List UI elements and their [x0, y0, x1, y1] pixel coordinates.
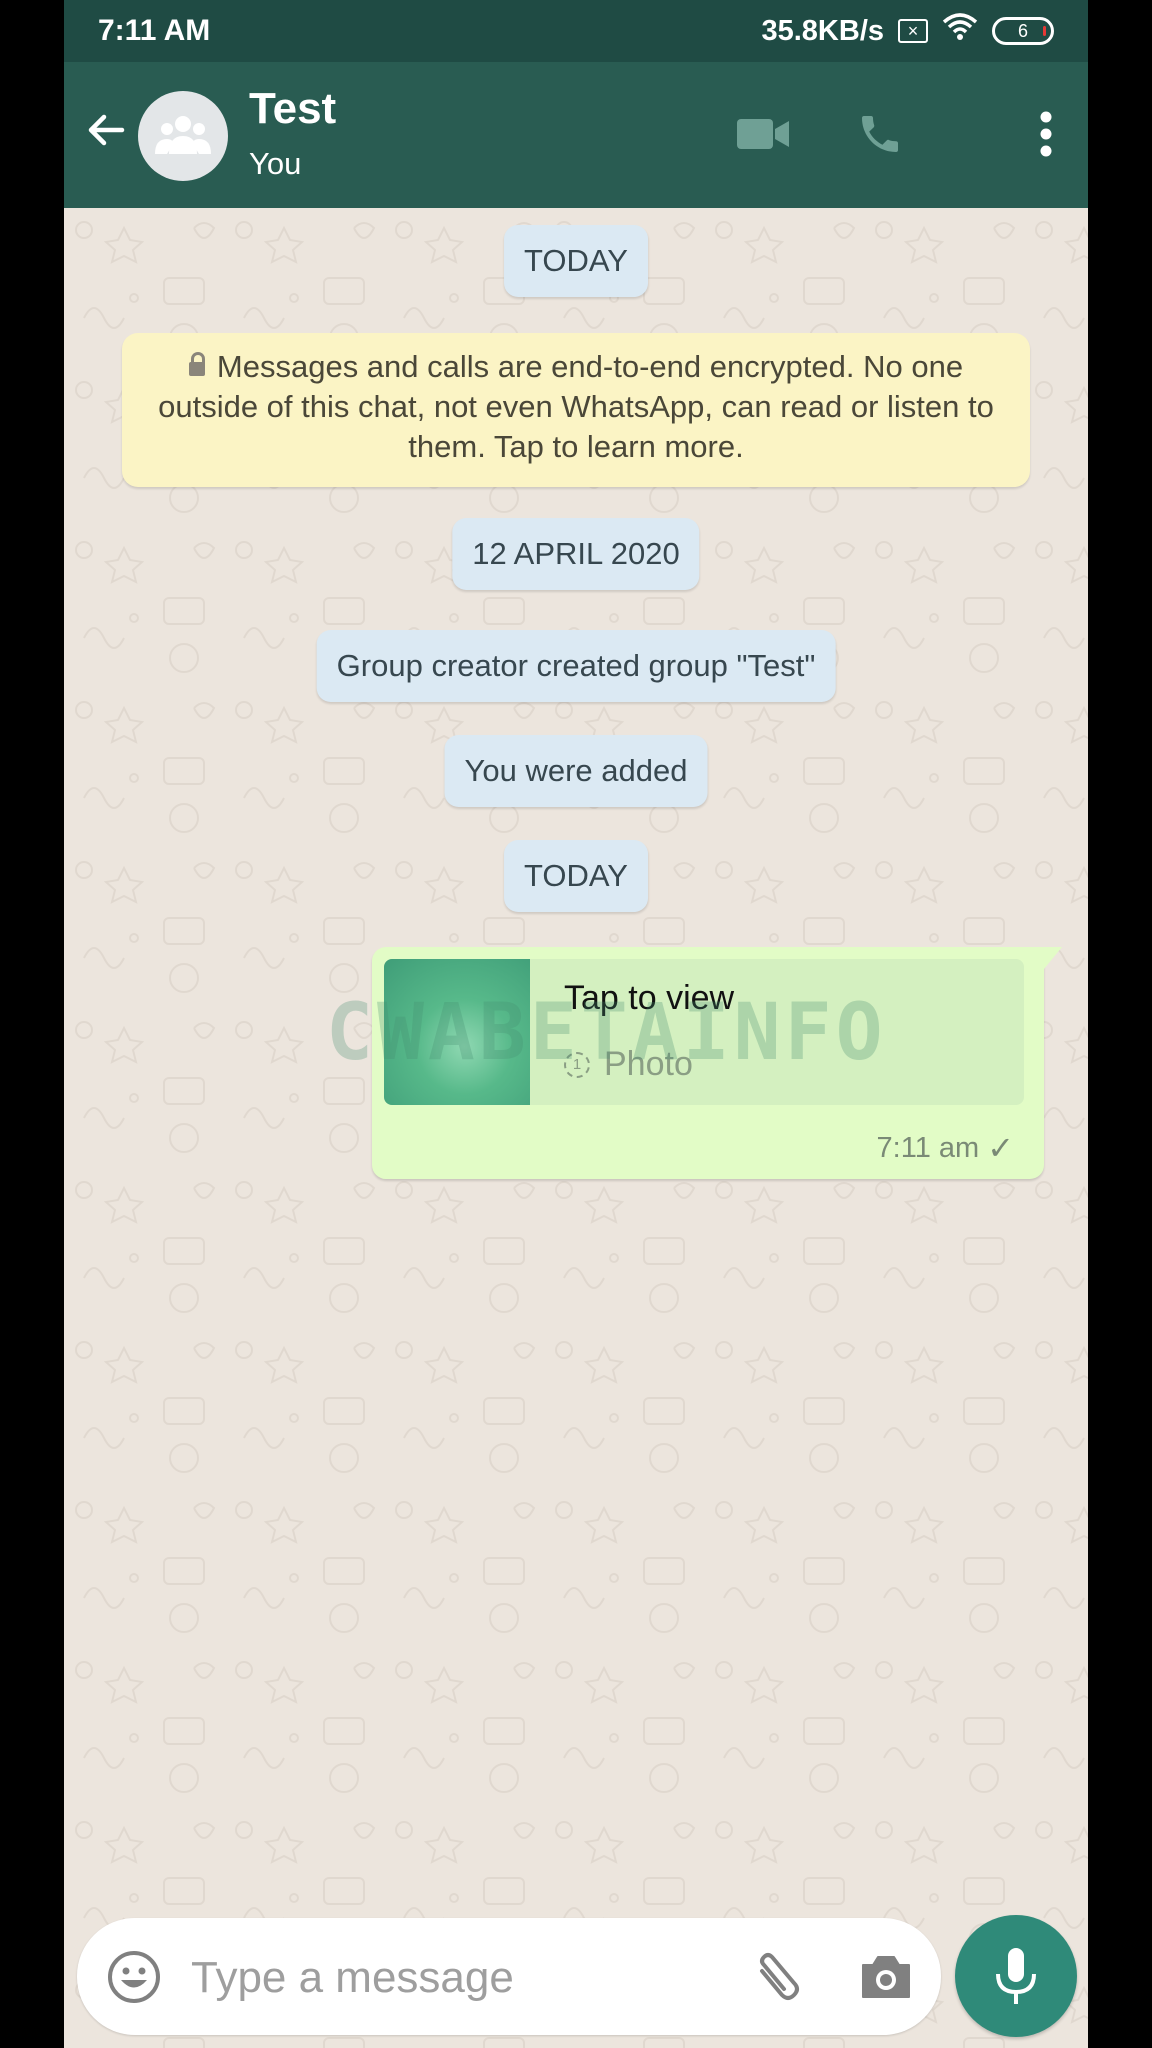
video-call-icon: [737, 119, 789, 149]
battery-level: 6: [1017, 20, 1028, 41]
group-icon: [155, 116, 211, 154]
message-input[interactable]: [189, 1942, 753, 2014]
status-right: 35.8KB/s × 6: [761, 12, 1054, 50]
network-speed: 35.8KB/s: [761, 14, 884, 47]
date-divider-today: TODAY: [504, 225, 648, 297]
voice-call-button[interactable]: [850, 104, 910, 164]
encryption-notice[interactable]: Messages and calls are end-to-end encryp…: [122, 333, 1030, 487]
voice-call-icon: [862, 116, 898, 152]
voice-message-button[interactable]: [955, 1915, 1077, 2037]
photo-thumbnail: [384, 959, 530, 1105]
view-once-photo[interactable]: Tap to view 1 Photo: [384, 959, 1024, 1105]
message-time: 7:11 am: [876, 1131, 980, 1164]
lock-icon: [188, 352, 205, 376]
wifi-icon: [942, 12, 978, 50]
sim-x-icon: ×: [898, 19, 928, 43]
system-message-added: You were added: [444, 735, 708, 807]
chat-area[interactable]: TODAY Messages and calls are end-to-end …: [64, 208, 1088, 2048]
view-once-icon: 1: [564, 1051, 590, 1078]
camera-icon: [862, 1956, 910, 1998]
phone-screen: 7:11 AM 35.8KB/s × 6 Test You TODAY Mess…: [64, 0, 1088, 2048]
camera-button[interactable]: [855, 1946, 917, 2008]
date-divider-today-2: TODAY: [504, 840, 648, 912]
microphone-icon: [996, 1948, 1036, 2004]
battery-icon: 6: [992, 17, 1054, 45]
encryption-notice-text: Messages and calls are end-to-end encryp…: [158, 349, 994, 464]
system-message-created: Group creator created group "Test": [316, 630, 836, 702]
attach-button[interactable]: [745, 1946, 807, 2008]
chat-subtitle[interactable]: You: [249, 146, 301, 182]
group-avatar[interactable]: [138, 91, 228, 181]
photo-label: Photo: [604, 1045, 693, 1083]
video-call-button[interactable]: [734, 104, 794, 164]
chat-title[interactable]: Test: [249, 84, 336, 134]
more-options-button[interactable]: [1028, 104, 1064, 164]
emoji-icon: [108, 1951, 160, 2003]
message-composer: [77, 1918, 941, 2035]
status-bar: 7:11 AM 35.8KB/s × 6: [64, 0, 1088, 62]
arrow-left-icon: [88, 114, 125, 146]
tap-to-view-label: Tap to view: [564, 979, 735, 1017]
emoji-button[interactable]: [103, 1946, 165, 2008]
message-meta: 7:11 am ✓: [877, 1129, 1014, 1167]
outgoing-message-bubble[interactable]: Tap to view 1 Photo 7:11 am ✓: [372, 947, 1062, 1179]
single-check-icon: ✓: [987, 1130, 1014, 1166]
paperclip-icon: [760, 1953, 799, 2000]
photo-type: 1 Photo: [564, 1045, 693, 1084]
date-divider-april: 12 APRIL 2020: [452, 518, 700, 590]
chat-header: Test You: [64, 62, 1088, 208]
back-button[interactable]: [82, 106, 130, 154]
more-vertical-icon: [1040, 111, 1052, 157]
status-time: 7:11 AM: [98, 14, 211, 47]
